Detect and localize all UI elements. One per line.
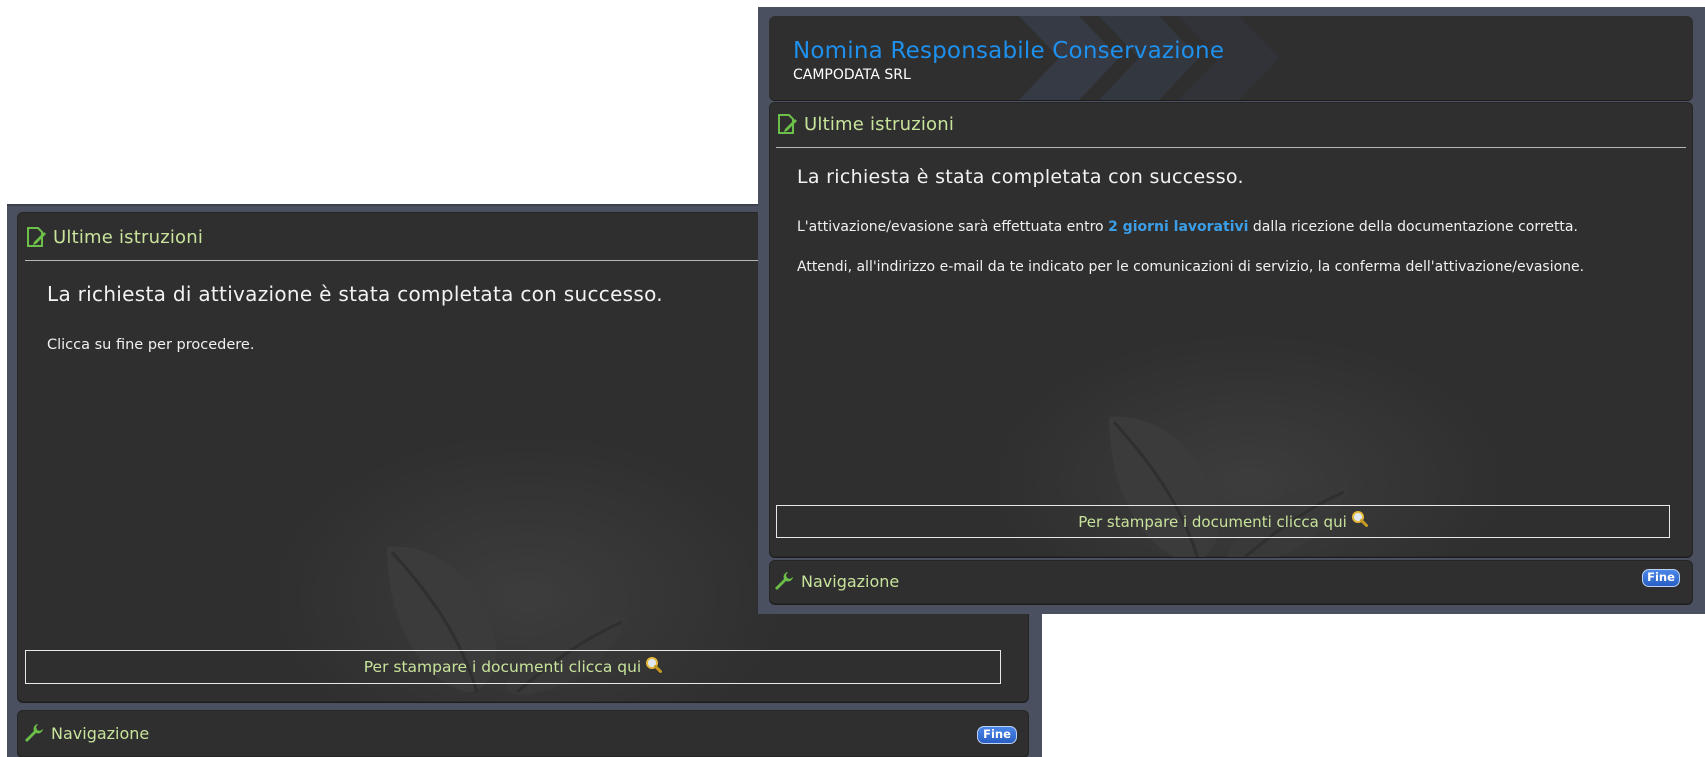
screen: Ultime istruzioni La richiesta di attiva… xyxy=(0,0,1705,757)
message-line-2: Attendi, all'indirizzo e-mail da te indi… xyxy=(797,259,1585,275)
navigation-panel: Navigazione Fine xyxy=(17,710,1029,757)
edit-document-icon xyxy=(27,227,46,247)
section-title: Ultime istruzioni xyxy=(53,226,204,248)
page-title: Nomina Responsabile Conservazione xyxy=(793,38,1225,64)
magnifier-icon xyxy=(646,656,663,673)
section-header: Ultime istruzioni xyxy=(776,113,954,135)
print-label: Per stampare i documenti clicca qui xyxy=(363,658,642,676)
navigation-header: Navigazione xyxy=(23,722,149,744)
section-title: Ultime istruzioni xyxy=(804,113,955,135)
message-text: Clicca su fine per procedere. xyxy=(47,337,255,353)
fine-button[interactable]: Fine xyxy=(1642,569,1680,587)
print-label: Per stampare i documenti clicca qui xyxy=(1078,512,1347,531)
deadline-highlight: 2 giorni lavorativi xyxy=(1108,219,1249,235)
navigation-title: Navigazione xyxy=(801,571,900,591)
edit-document-icon xyxy=(778,114,797,134)
message-line-1-suffix: dalla ricezione della documentazione cor… xyxy=(1248,219,1578,235)
header-banner: Nomina Responsabile Conservazione CAMPOD… xyxy=(769,16,1693,100)
navigation-title: Navigazione xyxy=(51,723,150,743)
print-documents-link[interactable]: Per stampare i documenti clicca qui xyxy=(776,505,1670,538)
fine-button[interactable]: Fine xyxy=(977,726,1017,744)
message-line-1: L'attivazione/evasione sarà effettuata e… xyxy=(797,219,1578,235)
magnifier-icon xyxy=(1351,511,1368,527)
message-title: La richiesta di attivazione è stata comp… xyxy=(47,282,663,306)
wrench-icon xyxy=(25,724,43,742)
divider xyxy=(776,147,1686,148)
message-title: La richiesta è stata completata con succ… xyxy=(797,166,1244,188)
wrench-icon xyxy=(775,572,793,590)
message-line-1-prefix: L'attivazione/evasione sarà effettuata e… xyxy=(797,219,1109,235)
instructions-panel: Ultime istruzioni La richiesta è stata c… xyxy=(769,102,1693,557)
navigation-header: Navigazione xyxy=(773,570,899,592)
print-documents-link[interactable]: Per stampare i documenti clicca qui xyxy=(25,650,1001,684)
navigation-panel: Navigazione Fine xyxy=(769,560,1693,604)
company-name: CAMPODATA SRL xyxy=(793,67,911,83)
section-header: Ultime istruzioni xyxy=(25,226,203,248)
front-window: Nomina Responsabile Conservazione CAMPOD… xyxy=(758,7,1705,614)
